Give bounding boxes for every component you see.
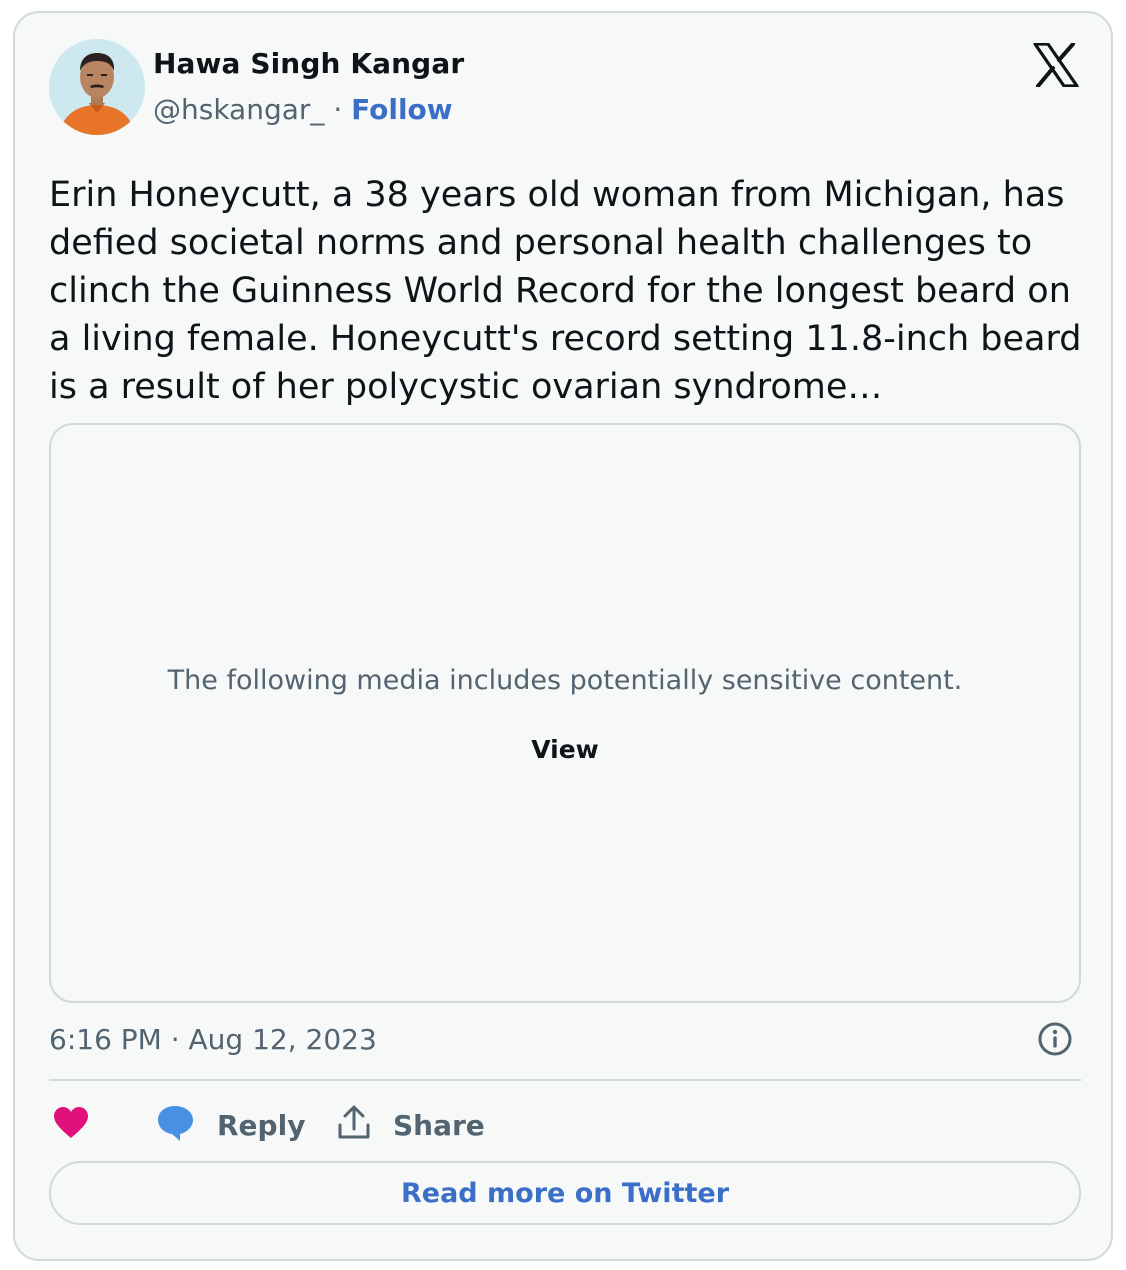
reply-label: Reply — [217, 1108, 306, 1142]
tweet-actions: Reply Share — [49, 1101, 1081, 1149]
follow-button[interactable]: Follow — [351, 93, 453, 126]
x-logo-icon[interactable] — [1033, 42, 1079, 88]
divider — [49, 1079, 1081, 1081]
info-icon[interactable] — [1037, 1021, 1073, 1057]
share-button[interactable]: Share — [337, 1101, 485, 1149]
tweet-text: Erin Honeycutt, a 38 years old woman fro… — [49, 175, 1082, 407]
sensitive-media-placeholder[interactable]: The following media includes potentially… — [49, 423, 1081, 1003]
read-more-button[interactable]: Read more on Twitter — [49, 1161, 1081, 1225]
view-media-button[interactable]: View — [51, 735, 1079, 764]
heart-icon — [53, 1106, 89, 1144]
tweet-header: Hawa Singh Kangar @hskangar_ · Follow — [49, 39, 1079, 139]
share-label: Share — [393, 1108, 485, 1142]
author-handle[interactable]: @hskangar_ — [153, 93, 324, 126]
tweet-timestamp[interactable]: 6:16 PM · Aug 12, 2023 — [49, 1023, 377, 1056]
share-icon — [337, 1105, 371, 1145]
author-handle-row: @hskangar_ · Follow — [153, 93, 453, 126]
handle-separator: · — [333, 93, 343, 126]
like-button[interactable] — [53, 1101, 89, 1149]
avatar[interactable] — [49, 39, 145, 135]
reply-bubble-icon — [157, 1104, 195, 1146]
reply-button[interactable]: Reply — [157, 1101, 305, 1149]
embedded-tweet-card: Hawa Singh Kangar @hskangar_ · Follow Er… — [13, 11, 1113, 1261]
author-name[interactable]: Hawa Singh Kangar — [153, 47, 464, 80]
sensitive-content-notice: The following media includes potentially… — [167, 665, 963, 696]
